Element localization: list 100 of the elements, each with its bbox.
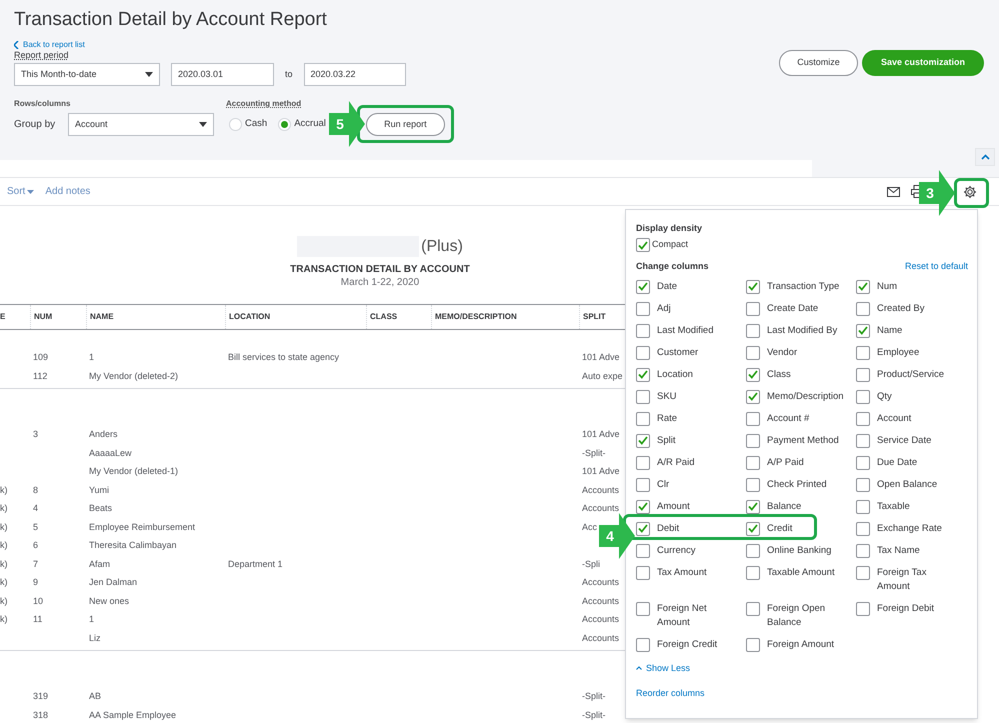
- checkbox[interactable]: [746, 602, 760, 616]
- period-dropdown[interactable]: This Month-to-date: [14, 63, 160, 86]
- checkbox[interactable]: [746, 456, 760, 470]
- checkbox[interactable]: [856, 434, 870, 448]
- table-cell: k): [0, 577, 8, 588]
- email-icon[interactable]: [887, 187, 900, 197]
- checkbox[interactable]: [856, 390, 870, 404]
- sort-menu[interactable]: Sort: [7, 184, 34, 199]
- radio-button[interactable]: [229, 118, 242, 131]
- section-label: Change columns: [636, 260, 709, 273]
- settings-icon[interactable]: [963, 185, 977, 199]
- add-notes-link[interactable]: Add notes: [45, 184, 90, 199]
- checkbox[interactable]: [856, 456, 870, 470]
- collapse-button[interactable]: [975, 148, 995, 166]
- table-cell: -Spli: [582, 558, 600, 569]
- report-title: TRANSACTION DETAIL BY ACCOUNT: [290, 263, 470, 276]
- checkbox[interactable]: [636, 368, 650, 382]
- checkbox[interactable]: [636, 544, 650, 558]
- checkbox[interactable]: [746, 368, 760, 382]
- checkbox[interactable]: [636, 602, 650, 616]
- checkbox[interactable]: [746, 500, 760, 514]
- table-cell: 3: [33, 429, 38, 440]
- checkbox-label: Memo/Description: [767, 390, 844, 404]
- checkbox[interactable]: [856, 324, 870, 338]
- checkbox[interactable]: [636, 638, 650, 652]
- checkbox[interactable]: [856, 544, 870, 558]
- table-cell: Accounts: [582, 632, 620, 643]
- show-less-link[interactable]: Show Less: [646, 662, 690, 675]
- checkbox[interactable]: [636, 456, 650, 470]
- column-header: MEMO/DESCRIPTION: [435, 311, 517, 323]
- checkbox[interactable]: [636, 412, 650, 426]
- checkbox[interactable]: [636, 238, 650, 252]
- checkbox-label: Transaction Type: [767, 280, 840, 294]
- reset-link[interactable]: Reset to default: [904, 260, 968, 274]
- checkbox[interactable]: [746, 280, 760, 294]
- table-cell: Jen Dalman: [89, 577, 138, 588]
- date-field[interactable]: 2020.03.22: [304, 63, 406, 86]
- checkbox[interactable]: [636, 500, 650, 514]
- table-cell: k): [0, 540, 8, 550]
- column-header: NUM: [34, 311, 52, 323]
- checkbox-label: Split: [657, 434, 676, 448]
- checkbox[interactable]: [636, 566, 650, 580]
- checkbox[interactable]: [856, 412, 870, 426]
- checkbox[interactable]: [636, 434, 650, 448]
- table-cell: 4: [33, 503, 38, 514]
- checkbox[interactable]: [746, 324, 760, 338]
- checkbox[interactable]: [746, 522, 760, 536]
- step-callout: 5: [329, 101, 365, 147]
- checkbox[interactable]: [746, 638, 760, 652]
- checkbox[interactable]: [636, 324, 650, 338]
- checkbox-label: Foreign Tax Amount: [877, 566, 928, 594]
- checkbox-label: Location: [657, 368, 693, 382]
- run-report-button[interactable]: Run report: [366, 113, 445, 136]
- checkbox-label: Last Modified: [657, 324, 714, 338]
- checkbox[interactable]: [856, 346, 870, 360]
- table-cell: 319: [33, 691, 48, 702]
- checkbox-label: Employee: [877, 346, 920, 360]
- table-cell: k): [0, 614, 8, 624]
- checkbox[interactable]: [856, 566, 870, 580]
- checkbox[interactable]: [746, 390, 760, 404]
- checkbox[interactable]: [636, 390, 650, 404]
- checkbox[interactable]: [856, 302, 870, 316]
- checkbox[interactable]: [636, 478, 650, 492]
- group-by-dropdown[interactable]: Account: [68, 113, 214, 136]
- checkbox[interactable]: [856, 368, 870, 382]
- table-cell: 101 Adve: [582, 466, 620, 476]
- checkbox[interactable]: [746, 412, 760, 426]
- checkbox[interactable]: [636, 346, 650, 360]
- checkbox[interactable]: [856, 280, 870, 294]
- customize-button[interactable]: Customize: [779, 50, 858, 76]
- checkbox-label: Amount: [657, 500, 690, 514]
- checkbox[interactable]: [636, 280, 650, 294]
- table-cell: AaaaaLew: [89, 448, 132, 458]
- table-cell: 9: [33, 577, 38, 588]
- step-callout: 4: [599, 513, 635, 559]
- step-callout: 3: [919, 170, 955, 216]
- table-cell: 101 Adve: [582, 429, 620, 440]
- column-header: SPLIT: [583, 311, 606, 323]
- save-customization-button[interactable]: Save customization: [862, 50, 984, 76]
- checkbox[interactable]: [746, 544, 760, 558]
- table-cell: Auto expe: [582, 370, 623, 381]
- checkbox[interactable]: [746, 302, 760, 316]
- checkbox[interactable]: [746, 346, 760, 360]
- table-cell: AB: [89, 691, 102, 702]
- checkbox[interactable]: [856, 478, 870, 492]
- reorder-columns-link[interactable]: Reorder columns: [636, 687, 967, 700]
- table-cell: New ones: [89, 596, 130, 606]
- checkbox[interactable]: [636, 522, 650, 536]
- table-cell: Accounts: [582, 614, 620, 624]
- checkbox[interactable]: [856, 522, 870, 536]
- date-field[interactable]: 2020.03.01: [171, 63, 274, 86]
- checkbox[interactable]: [636, 302, 650, 316]
- radio-button[interactable]: [278, 118, 292, 131]
- checkbox[interactable]: [746, 566, 760, 580]
- checkbox[interactable]: [856, 500, 870, 514]
- checkbox[interactable]: [746, 478, 760, 492]
- back-link[interactable]: Back to report list: [23, 40, 85, 50]
- caret-icon: [145, 72, 153, 77]
- checkbox[interactable]: [856, 602, 870, 616]
- checkbox[interactable]: [746, 434, 760, 448]
